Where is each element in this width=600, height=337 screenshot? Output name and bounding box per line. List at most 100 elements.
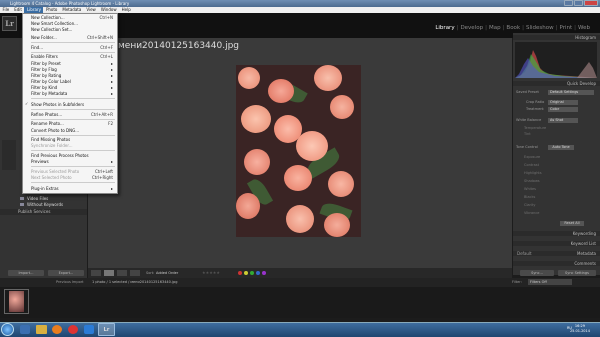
tone-row[interactable]: Temperature — [524, 126, 600, 131]
tone-row[interactable]: Contrast — [524, 163, 600, 168]
lightroom-logo: Lr — [2, 16, 17, 31]
collection-video-files[interactable]: Video Files — [20, 196, 48, 201]
start-button-icon[interactable] — [1, 323, 14, 336]
color-label-red-icon[interactable] — [238, 271, 242, 275]
module-map[interactable]: Map — [487, 25, 503, 31]
quick-develop-header[interactable]: Quick Develop — [513, 81, 600, 86]
menu-item-filter-by-metadata[interactable]: Filter by Metadata ▸ — [31, 91, 114, 96]
crop-ratio-dropdown[interactable]: Original — [548, 100, 578, 105]
menu-item-plugin-extras[interactable]: Plug-in Extras ▸ — [31, 186, 114, 191]
keywording-header[interactable]: Keywording — [513, 231, 600, 236]
module-library[interactable]: Library — [433, 25, 456, 31]
rating-stars[interactable]: ★★★★★ — [202, 269, 220, 277]
menu-item-new-smart-collection[interactable]: New Smart Collection... — [31, 21, 114, 26]
histogram-header[interactable]: Histogram — [513, 35, 600, 40]
collection-icon — [20, 203, 24, 206]
tone-row[interactable]: Highlights — [524, 171, 600, 176]
auto-tone-button[interactable]: Auto Tone — [548, 145, 574, 150]
sort-dropdown[interactable]: Added Order — [156, 270, 178, 276]
menu-item-filter-by-preset[interactable]: Filter by Preset ▸ — [31, 61, 114, 66]
sync-button[interactable]: Sync... — [520, 270, 554, 276]
tone-row[interactable]: Whites — [524, 187, 600, 192]
sync-settings-button[interactable]: Sync Settings — [558, 270, 596, 276]
menu-separator — [31, 52, 115, 53]
opera-taskbar-icon[interactable] — [68, 325, 78, 334]
menu-item-refine-photos[interactable]: Refine Photos... Ctrl+Alt+R — [31, 112, 114, 117]
menu-separator — [31, 166, 115, 167]
module-develop[interactable]: Develop — [458, 25, 485, 31]
comments-header[interactable]: Comments — [513, 261, 600, 266]
maximize-button[interactable] — [574, 0, 583, 6]
treatment-row: Treatment Color — [516, 107, 597, 112]
compare-view-icon[interactable] — [117, 270, 127, 276]
module-web[interactable]: Web — [576, 25, 592, 31]
main-photo[interactable] — [236, 65, 361, 237]
system-clock[interactable]: 16:29 25.01.2014 — [570, 324, 590, 334]
menu-item-filter-by-color-label[interactable]: Filter by Color Label ▸ — [31, 79, 114, 84]
export-button[interactable]: Export... — [48, 270, 84, 276]
previous-import-label[interactable]: Previous Import — [56, 280, 84, 284]
color-label-yellow-icon[interactable] — [244, 271, 248, 275]
menu-item-find[interactable]: Find... Ctrl+F — [31, 45, 114, 50]
menu-item-previews[interactable]: Previews ▸ — [31, 159, 114, 164]
lightroom-window: Lightroom 4 Catalog - Adobe Photoshop Li… — [0, 0, 600, 337]
tone-row[interactable]: Clarity — [524, 203, 600, 208]
saved-preset-dropdown[interactable]: Default Settings — [548, 90, 594, 95]
white-balance-row: White Balance As Shot — [516, 118, 597, 123]
collection-without-keywords[interactable]: Without Keywords — [20, 202, 63, 207]
color-labels[interactable] — [238, 271, 268, 275]
tone-row[interactable]: Vibrance — [524, 211, 600, 216]
window-controls — [564, 0, 598, 7]
module-book[interactable]: Book — [504, 25, 522, 31]
module-print[interactable]: Print — [557, 25, 574, 31]
color-label-green-icon[interactable] — [250, 271, 254, 275]
lightroom-taskbar-icon[interactable]: Lr — [98, 323, 115, 336]
menu-item-filter-by-flag[interactable]: Filter by Flag ▸ — [31, 67, 114, 72]
loupe-view-icon[interactable] — [104, 270, 114, 276]
white-balance-dropdown[interactable]: As Shot — [548, 118, 578, 123]
survey-view-icon[interactable] — [130, 270, 140, 276]
histogram-svg — [515, 50, 597, 78]
menu-item-find-previous-process[interactable]: Find Previous Process Photos — [31, 153, 114, 158]
metadata-header[interactable]: Default Metadata — [513, 251, 600, 256]
treatment-dropdown[interactable]: Color — [548, 107, 578, 112]
minimize-button[interactable] — [564, 0, 573, 6]
reset-all-button[interactable]: Reset All — [560, 221, 584, 226]
menu-item-find-missing[interactable]: Find Missing Photos — [31, 137, 114, 142]
color-label-blue-icon[interactable] — [256, 271, 260, 275]
filmstrip-thumbnail[interactable] — [4, 289, 29, 314]
explorer-taskbar-icon[interactable] — [36, 325, 47, 334]
menu-item-previous-selected[interactable]: Previous Selected Photo Ctrl+Left — [31, 169, 114, 174]
module-slideshow[interactable]: Slideshow — [524, 25, 556, 31]
grid-view-icon[interactable] — [91, 270, 101, 276]
menu-item-new-folder[interactable]: New Folder... Ctrl+Shift+N — [31, 35, 114, 40]
color-label-purple-icon[interactable] — [262, 271, 266, 275]
menu-item-rename-photo[interactable]: Rename Photo... F2 — [31, 121, 114, 126]
tone-row[interactable]: Shadows — [524, 179, 600, 184]
keyword-list-header[interactable]: Keyword List — [513, 241, 600, 246]
menu-item-new-collection[interactable]: New Collection... Ctrl+N — [31, 15, 114, 20]
menu-item-new-collection-set[interactable]: New Collection Set... — [31, 27, 114, 32]
publish-services-header[interactable]: Publish Services — [0, 209, 87, 215]
submenu-arrow-icon: ▸ — [110, 73, 113, 78]
tone-row[interactable]: Exposure — [524, 155, 600, 160]
library-menu: New Collection... Ctrl+N New Smart Collec… — [22, 13, 118, 194]
close-button[interactable] — [584, 0, 598, 6]
menu-item-next-selected[interactable]: Next Selected Photo Ctrl+Right — [31, 175, 114, 180]
menu-item-enable-filters[interactable]: Enable Filters Ctrl+L — [31, 54, 114, 59]
tone-row[interactable]: Tint — [524, 132, 600, 137]
menu-item-synchronize-folder[interactable]: Synchronize Folder... — [31, 143, 114, 148]
tone-control-row: Tone Control Auto Tone — [516, 145, 597, 150]
import-button[interactable]: Import... — [8, 270, 44, 276]
metadata-preset[interactable]: Default — [517, 251, 532, 256]
media-player-taskbar-icon[interactable] — [52, 325, 62, 334]
menu-item-filter-by-kind[interactable]: Filter by Kind ▸ — [31, 85, 114, 90]
menu-item-show-subfolders[interactable]: Show Photos in Subfolders — [31, 102, 114, 107]
tone-row[interactable]: Blacks — [524, 195, 600, 200]
filmstrip-info: 1 photo / 1 selected / мени2014012516344… — [92, 280, 178, 284]
filter-dropdown[interactable]: Filters Off — [528, 279, 572, 285]
menu-item-filter-by-rating[interactable]: Filter by Rating ▸ — [31, 73, 114, 78]
skype-taskbar-icon[interactable] — [84, 325, 94, 334]
ie-taskbar-icon[interactable] — [20, 325, 30, 334]
menu-item-convert-to-dng[interactable]: Convert Photo to DNG... — [31, 128, 114, 133]
